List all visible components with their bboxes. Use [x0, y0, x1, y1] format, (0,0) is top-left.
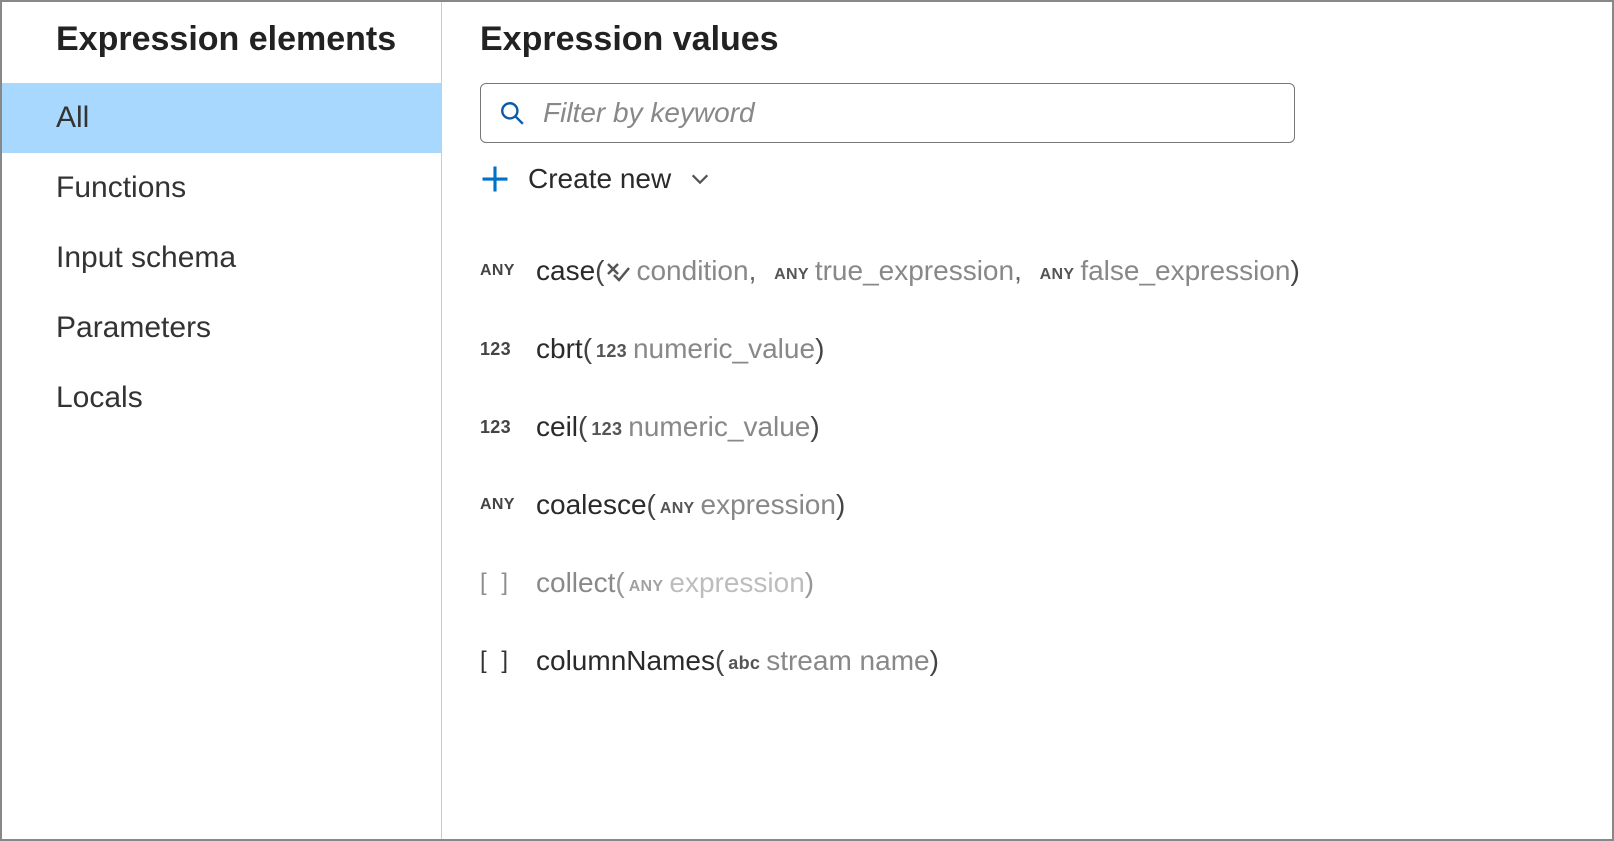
search-icon	[499, 100, 525, 126]
chevron-down-icon	[689, 168, 711, 190]
param-type-icon: 123	[596, 341, 627, 361]
function-name: case	[536, 255, 595, 286]
function-columnNames[interactable]: [ ]columnNames(abcstream name)	[480, 645, 1558, 677]
sidebar-item-label: Functions	[56, 171, 186, 204]
function-name: ceil	[536, 411, 578, 442]
return-type-badge: ANY	[480, 262, 536, 280]
function-cbrt[interactable]: 123cbrt(123numeric_value)	[480, 333, 1558, 365]
param-type-icon: ANY	[774, 266, 809, 283]
param-name: condition	[636, 255, 748, 286]
create-new-button[interactable]: Create new	[480, 163, 711, 195]
param-name: stream name	[766, 645, 929, 676]
sidebar-item-label: Locals	[56, 381, 143, 414]
function-name: columnNames	[536, 645, 715, 676]
sidebar-item-label: Parameters	[56, 311, 211, 344]
param-type-icon: ANY	[1040, 266, 1075, 283]
function-signature: case(condition, ANYtrue_expression, ANYf…	[536, 255, 1300, 287]
function-signature: coalesce(ANYexpression)	[536, 489, 845, 521]
function-ceil[interactable]: 123ceil(123numeric_value)	[480, 411, 1558, 443]
return-type-badge: 123	[480, 417, 536, 438]
function-signature: collect(ANYexpression)	[536, 567, 814, 599]
create-new-label: Create new	[528, 163, 671, 195]
param-type-icon: abc	[728, 653, 760, 673]
function-list: ANYcase(condition, ANYtrue_expression, A…	[480, 255, 1558, 677]
param-name: false_expression	[1080, 255, 1290, 286]
sidebar-item-label: Input schema	[56, 241, 236, 274]
function-signature: cbrt(123numeric_value)	[536, 333, 824, 365]
main-panel: Expression values Create new ANYcase(con…	[442, 2, 1612, 839]
return-type-badge: [ ]	[480, 569, 536, 597]
sidebar: Expression elements All Functions Input sc…	[2, 2, 442, 839]
search-input[interactable]	[543, 97, 1276, 129]
search-box[interactable]	[480, 83, 1295, 143]
function-name: collect	[536, 567, 615, 598]
return-type-badge: ANY	[480, 496, 536, 514]
param-name: true_expression	[815, 255, 1014, 286]
sidebar-item-functions[interactable]: Functions	[2, 153, 441, 223]
sidebar-item-input-schema[interactable]: Input schema	[2, 223, 441, 293]
function-coalesce[interactable]: ANYcoalesce(ANYexpression)	[480, 489, 1558, 521]
param-type-icon: ANY	[660, 500, 695, 517]
app-container: Expression elements All Functions Input sc…	[0, 0, 1614, 841]
sidebar-item-label: All	[56, 101, 89, 134]
param-type-icon: 123	[591, 419, 622, 439]
sidebar-item-locals[interactable]: Locals	[2, 363, 441, 433]
sidebar-item-parameters[interactable]: Parameters	[2, 293, 441, 363]
param-name: expression	[701, 489, 836, 520]
return-type-badge: [ ]	[480, 647, 536, 675]
sidebar-title: Expression elements	[2, 20, 441, 83]
param-type-icon: ANY	[629, 578, 664, 595]
param-name: numeric_value	[633, 333, 815, 364]
function-signature: ceil(123numeric_value)	[536, 411, 820, 443]
boolean-type-icon	[606, 257, 630, 279]
param-name: numeric_value	[628, 411, 810, 442]
param-name: expression	[669, 567, 804, 598]
main-title: Expression values	[480, 20, 1558, 59]
function-collect: [ ]collect(ANYexpression)	[480, 567, 1558, 599]
function-name: coalesce	[536, 489, 647, 520]
function-signature: columnNames(abcstream name)	[536, 645, 939, 677]
function-case[interactable]: ANYcase(condition, ANYtrue_expression, A…	[480, 255, 1558, 287]
return-type-badge: 123	[480, 339, 536, 360]
sidebar-item-all[interactable]: All	[2, 83, 441, 153]
function-name: cbrt	[536, 333, 583, 364]
plus-icon	[480, 164, 510, 194]
